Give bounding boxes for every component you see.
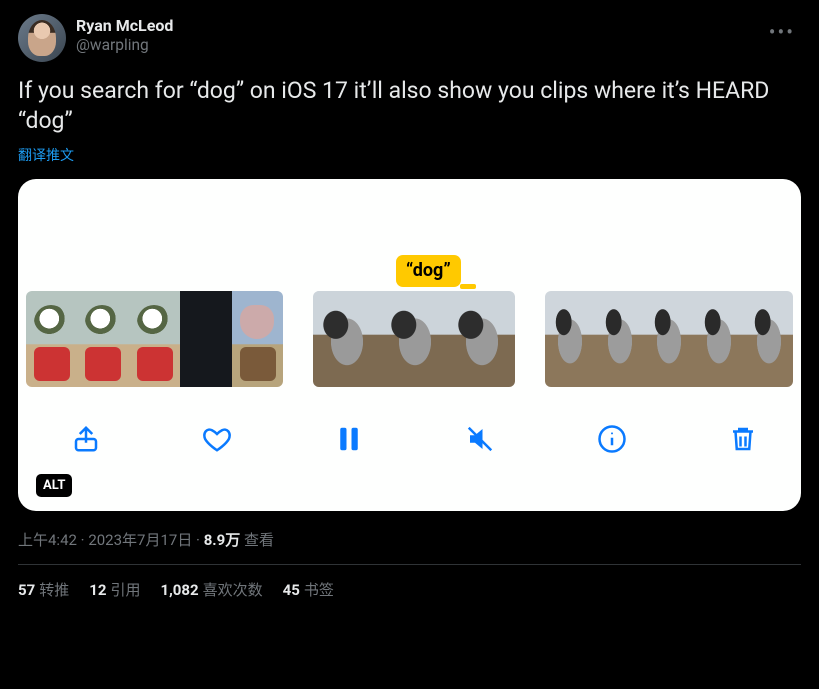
match-marker <box>460 284 476 289</box>
tweet-time[interactable]: 上午4:42 <box>18 531 77 549</box>
tweet-header: Ryan McLeod @warpling ••• <box>18 14 801 62</box>
video-scrubber[interactable]: “dog” <box>18 291 801 411</box>
search-match-tooltip: “dog” <box>396 255 461 287</box>
author-handle[interactable]: @warpling <box>76 36 801 55</box>
clip-groups <box>18 291 801 387</box>
bookmarks-stat[interactable]: 45书签 <box>283 579 334 600</box>
clip-group[interactable] <box>545 291 793 387</box>
retweets-stat[interactable]: 57转推 <box>18 579 69 600</box>
more-icon[interactable]: ••• <box>769 20 795 44</box>
author-display-name[interactable]: Ryan McLeod <box>76 16 801 36</box>
views-count: 8.9万 <box>204 531 241 549</box>
clip-frame <box>644 291 694 387</box>
clip-frame <box>595 291 645 387</box>
clip-frame <box>545 291 595 387</box>
pause-icon[interactable] <box>331 421 367 457</box>
media-card[interactable]: “dog” <box>18 179 801 511</box>
clip-group[interactable] <box>313 291 515 387</box>
divider <box>18 564 801 565</box>
share-icon[interactable] <box>68 421 104 457</box>
clip-frame <box>232 291 283 387</box>
info-icon[interactable] <box>594 421 630 457</box>
clip-frame <box>180 291 231 387</box>
media-toolbar <box>18 421 801 457</box>
tweet-text: If you search for “dog” on iOS 17 it’ll … <box>18 76 801 137</box>
quotes-stat[interactable]: 12引用 <box>89 579 140 600</box>
clip-frame <box>129 291 180 387</box>
clip-frame <box>381 291 448 387</box>
alt-badge[interactable]: ALT <box>36 474 72 497</box>
avatar[interactable] <box>18 14 66 62</box>
clip-frame <box>694 291 744 387</box>
translate-link[interactable]: 翻译推文 <box>18 145 74 165</box>
views-label: 查看 <box>240 531 274 549</box>
heart-icon[interactable] <box>199 421 235 457</box>
clip-frame <box>26 291 77 387</box>
tweet-container: Ryan McLeod @warpling ••• If you search … <box>0 0 819 610</box>
likes-stat[interactable]: 1,082喜欢次数 <box>160 579 262 600</box>
meta-row: 上午4:42 · 2023年7月17日 · 8.9万 查看 <box>18 529 801 550</box>
author-block: Ryan McLeod @warpling <box>76 14 801 55</box>
mute-icon[interactable] <box>462 421 498 457</box>
trash-icon[interactable] <box>725 421 761 457</box>
clip-group[interactable] <box>26 291 283 387</box>
tweet-date[interactable]: 2023年7月17日 <box>88 531 192 549</box>
clip-frame <box>448 291 515 387</box>
clip-frame <box>77 291 128 387</box>
stats-row: 57转推 12引用 1,082喜欢次数 45书签 <box>18 579 801 600</box>
clip-frame <box>744 291 793 387</box>
clip-frame <box>313 291 380 387</box>
